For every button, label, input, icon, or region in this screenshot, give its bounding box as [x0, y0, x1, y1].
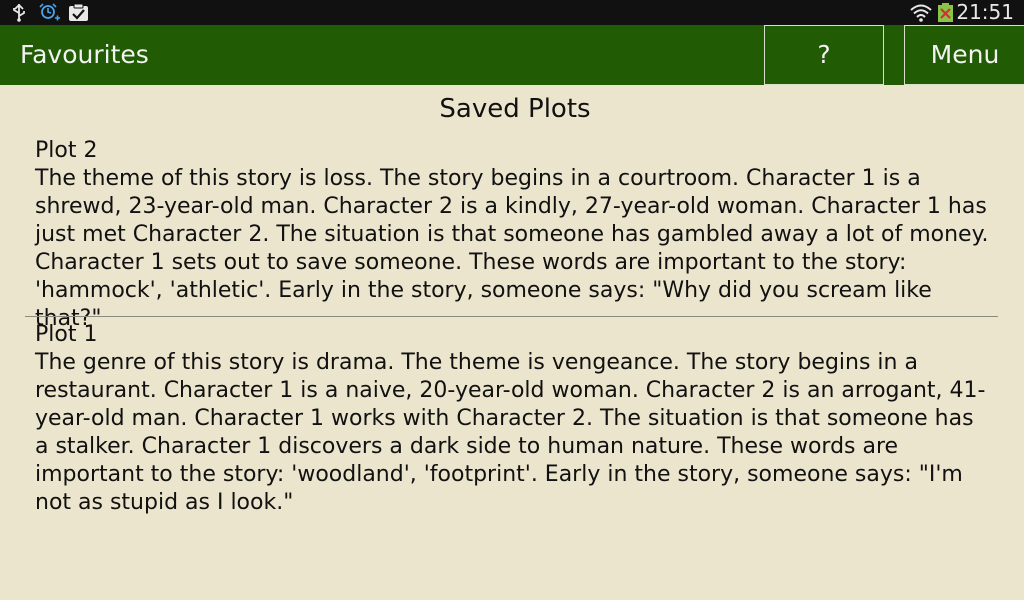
status-bar: 21:51	[0, 0, 1024, 25]
plot-title: Plot 1	[35, 322, 98, 347]
usb-icon	[13, 3, 25, 22]
divider	[25, 316, 998, 317]
status-time: 21:51	[956, 0, 1014, 24]
clipboard-check-icon	[69, 3, 88, 21]
wifi-icon	[910, 4, 932, 22]
battery-icon	[938, 3, 953, 22]
menu-button[interactable]: Menu	[904, 25, 1024, 85]
plot-title: Plot 2	[35, 138, 98, 163]
action-bar: Favourites ? Menu	[0, 25, 1024, 85]
plot-text: The genre of this story is drama. The th…	[35, 350, 986, 515]
plot-item[interactable]: Plot 1 The genre of this story is drama.…	[35, 321, 990, 517]
saved-plots-list: Saved Plots Plot 2 The theme of this sto…	[0, 85, 1024, 600]
plot-item[interactable]: Plot 2 The theme of this story is loss. …	[35, 137, 990, 333]
alarm-icon	[39, 3, 60, 21]
page-title: Saved Plots	[439, 94, 591, 124]
plot-text: The theme of this story is loss. The sto…	[35, 166, 989, 331]
help-button[interactable]: ?	[764, 25, 884, 85]
app-title: Favourites	[20, 40, 149, 69]
